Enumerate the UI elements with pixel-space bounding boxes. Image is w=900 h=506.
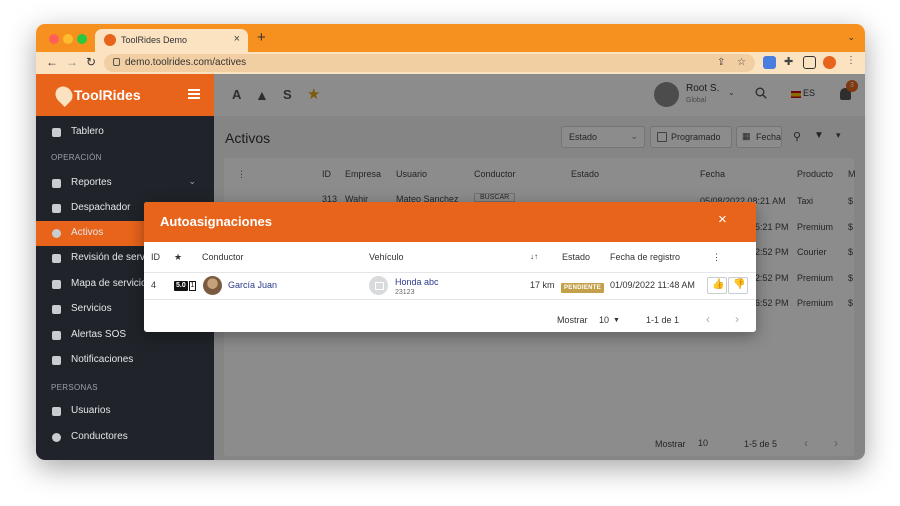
column-header-vehiculo[interactable]: Vehículo [369, 252, 404, 262]
address-bar[interactable]: demo.toolrides.com/actives ⇪ ☆ [104, 54, 755, 72]
back-icon[interactable]: ← [46, 55, 58, 69]
list-icon [52, 305, 61, 314]
chevron-down-icon: ⌄ [188, 176, 196, 186]
sidebar-item-label: Despachador [71, 202, 131, 213]
sidebar-item-label: Servicios [71, 303, 112, 314]
prev-page-icon[interactable]: ‹ [706, 312, 710, 326]
reload-icon[interactable]: ↻ [86, 55, 96, 69]
autoasignaciones-modal: Autoasignaciones × ID ★ Conductor Vehícu… [144, 202, 756, 332]
driver-avatar [203, 276, 222, 295]
header-divider [144, 272, 756, 273]
sidebar-item-label: Notificaciones [71, 354, 134, 365]
active-dot-icon [52, 229, 61, 238]
sidebar-item-reportes[interactable]: Reportes ⌄ [36, 171, 214, 196]
sidebar-item-tablero[interactable]: Tablero [36, 120, 214, 145]
sidebar-item-notificaciones[interactable]: Notificaciones [36, 348, 214, 373]
chevron-down-icon[interactable]: ▼ [613, 317, 620, 324]
app-root: ToolRides Tablero OPERACIÓN Reportes ⌄ D… [36, 74, 865, 460]
bar-chart-icon [52, 179, 61, 188]
sidebar-item-label: Usuarios [71, 405, 111, 416]
brand-bar: ToolRides [36, 74, 214, 116]
bell-icon [52, 356, 61, 365]
browser-menu-icon[interactable]: ⋮ [846, 55, 856, 66]
browser-toolbar: ← → ↻ demo.toolrides.com/actives ⇪ ☆ ✚ ⋮ [36, 52, 865, 74]
tab-title: ToolRides Demo [121, 35, 188, 45]
sidebar-item-label: Conductores [71, 431, 128, 442]
tab-close-icon[interactable]: × [234, 33, 240, 45]
rating-badge: 5.0 [174, 281, 188, 291]
lock-icon [113, 58, 120, 66]
favicon-icon [104, 34, 116, 46]
warning-icon [52, 331, 61, 340]
url-text: demo.toolrides.com/actives [125, 57, 247, 68]
forward-icon[interactable]: → [66, 55, 78, 69]
page-size-select[interactable]: 10 [599, 315, 609, 325]
column-menu-icon[interactable]: ⋮ [712, 252, 721, 263]
column-header-id[interactable]: ID [151, 252, 160, 262]
dashboard-icon [52, 128, 61, 137]
column-header-fecha-registro[interactable]: Fecha de registro [610, 252, 680, 262]
modal-title: Autoasignaciones [160, 214, 272, 229]
reject-button[interactable]: 👎 [728, 277, 748, 294]
accept-button[interactable]: 👍 [707, 277, 727, 294]
footer-show-label: Mostrar [557, 315, 588, 325]
sidebar-item-label: Alertas SOS [71, 329, 127, 340]
driver-icon [52, 433, 61, 442]
tab-strip: ToolRides Demo × + ⌄ [36, 24, 865, 52]
sidebar-item-label: Reportes [71, 177, 112, 188]
column-header-estado[interactable]: Estado [562, 252, 590, 262]
thumbs-down-icon: 👎 [733, 279, 746, 290]
users-icon [52, 407, 61, 416]
column-header-conductor[interactable]: Conductor [202, 252, 244, 262]
map-icon [52, 280, 61, 289]
modal-header: Autoasignaciones × [144, 202, 756, 242]
review-icon [52, 254, 61, 263]
sidebar-section-personas: PERSONAS [51, 383, 98, 392]
translate-extension-icon[interactable] [763, 56, 776, 69]
share-icon[interactable]: ⇪ [717, 57, 725, 68]
status-badge: PENDIENTE [561, 283, 605, 293]
next-page-icon[interactable]: › [735, 312, 739, 326]
sidebar-item-conductores[interactable]: Conductores [36, 425, 214, 450]
sidebar-item-label: Mapa de servicios [71, 278, 152, 289]
sidebar-item-usuarios[interactable]: Usuarios [36, 399, 214, 424]
tab-search-icon[interactable]: ⌄ [847, 32, 855, 43]
vehicle-image-icon [369, 276, 388, 295]
vehicle-link[interactable]: Honda abc [395, 277, 439, 287]
new-tab-button[interactable]: + [257, 29, 266, 46]
brand-name: ToolRides [74, 87, 141, 103]
pagination-range: 1-1 de 1 [646, 315, 680, 325]
column-header-rating[interactable]: ★ [174, 252, 182, 263]
menu-toggle-icon[interactable] [188, 89, 200, 91]
vehicle-plate: 23123 [395, 289, 415, 296]
browser-window: ToolRides Demo × + ⌄ ← → ↻ demo.toolride… [36, 24, 865, 460]
cell-id: 4 [151, 280, 157, 290]
sidebar-item-label: Tablero [71, 126, 104, 137]
row-divider [144, 299, 756, 300]
bookmark-star-icon[interactable]: ☆ [737, 57, 746, 68]
minimize-window-button[interactable] [63, 34, 73, 44]
profile-icon[interactable] [823, 56, 836, 69]
maximize-window-button[interactable] [77, 34, 87, 44]
driver-link[interactable]: García Juan [228, 280, 277, 290]
phone-icon [52, 204, 61, 213]
sidebar-item-label: Activos [71, 227, 104, 238]
toolrides-logo-icon [51, 82, 77, 108]
sidebar-section-operacion: OPERACIÓN [51, 153, 102, 162]
cell-registered: 01/09/2022 11:48 AM [610, 280, 695, 290]
close-window-button[interactable] [49, 34, 59, 44]
thumbs-up-icon: 👍 [712, 279, 725, 290]
sidebar-item-label: Revisión de servic [71, 252, 153, 263]
extensions-puzzle-icon[interactable]: ✚ [784, 55, 793, 68]
browser-tab[interactable]: ToolRides Demo × [95, 29, 248, 52]
side-panel-icon[interactable] [803, 56, 816, 69]
close-icon[interactable]: × [718, 211, 727, 228]
column-header-distance[interactable]: ↓↑ [530, 252, 538, 261]
rating-count: 1 [189, 281, 196, 291]
cell-distance: 17 km [530, 280, 555, 290]
